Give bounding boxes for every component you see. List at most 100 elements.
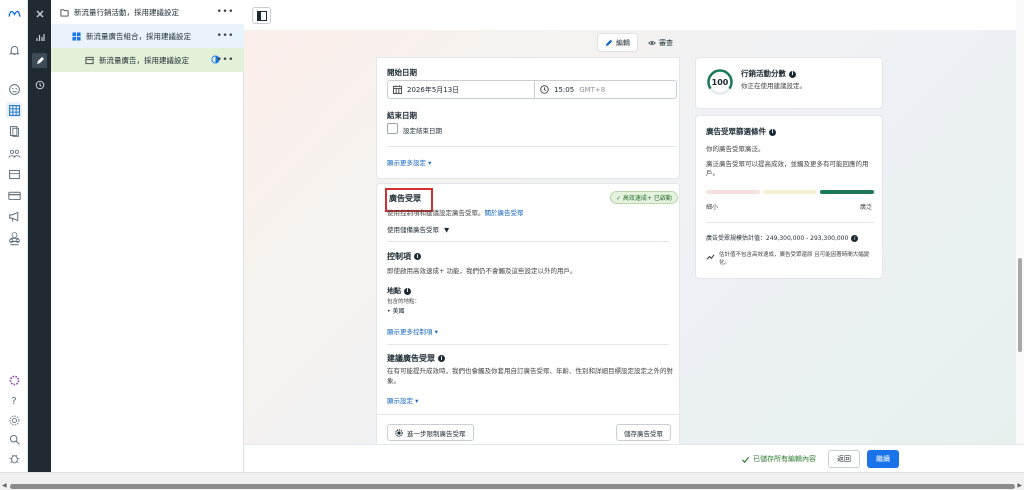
meta-ai-icon[interactable] bbox=[6, 372, 22, 388]
pages-icon[interactable] bbox=[6, 123, 22, 139]
controls-title: 控制項 i bbox=[387, 251, 421, 262]
info-icon[interactable]: i bbox=[769, 128, 776, 136]
restrict-audience-button[interactable]: 進一步限制廣告受眾 bbox=[387, 424, 474, 441]
megaphone-icon[interactable] bbox=[6, 208, 22, 224]
bug-report-icon[interactable] bbox=[6, 450, 22, 466]
start-time-value: 15:05 bbox=[554, 85, 575, 94]
info-icon[interactable]: i bbox=[414, 253, 421, 260]
meta-logo-icon[interactable] bbox=[4, 6, 24, 22]
edit-pencil-icon[interactable] bbox=[32, 53, 47, 68]
end-date-checkbox[interactable] bbox=[387, 123, 398, 134]
sidebar-toggle-button[interactable] bbox=[252, 7, 271, 24]
editor-tool-strip bbox=[28, 0, 51, 472]
audience-size-estimate: 廣告受眾規模估計值：249,300,000 - 293,300,000 i bbox=[706, 233, 859, 242]
info-icon[interactable]: i bbox=[404, 287, 411, 295]
location-value: • 美國 bbox=[387, 308, 405, 315]
start-date-value: 2026年5月13日 bbox=[407, 85, 460, 94]
start-date-input[interactable]: 2026年5月13日 bbox=[388, 81, 534, 98]
more-options-icon[interactable]: ••• bbox=[217, 7, 234, 17]
info-icon[interactable]: i bbox=[851, 235, 859, 242]
vertical-scrollbar[interactable] bbox=[1016, 0, 1024, 444]
controls-description: 即使啟用高效速成+ 功能，我們仍不會觸及這些設定以外的用戶。 bbox=[387, 267, 577, 275]
review-mode-button[interactable]: 審查 bbox=[641, 34, 680, 51]
menu-icon[interactable] bbox=[6, 233, 22, 249]
suggested-audience-description: 在有可能提升成效時，我們也會觸及你套用自訂廣告受眾、年齡、性別和詳細目標設定設定… bbox=[387, 367, 673, 385]
meter-segment-mid bbox=[763, 190, 817, 194]
pencil-icon bbox=[605, 39, 613, 46]
search-icon[interactable] bbox=[6, 431, 22, 447]
tree-item-campaign-label: 新流量行銷活動，採用建議設定 bbox=[74, 7, 179, 17]
adset-grid-icon bbox=[71, 31, 81, 41]
show-more-controls-link[interactable]: 顯示更多控制項 ▾ bbox=[387, 326, 438, 336]
help-icon[interactable]: ? bbox=[6, 393, 22, 409]
score-title-text: 行銷活動分數 bbox=[741, 69, 786, 78]
more-options-icon[interactable]: ••• bbox=[217, 31, 234, 41]
estimate-note: 估計值不包含高效速成，廣告受眾還原 且可能因著時間大幅變化。 bbox=[719, 252, 870, 266]
show-settings-link[interactable]: 顯示設定 ▾ bbox=[387, 395, 418, 405]
save-audience-label: 儲存廣告受眾 bbox=[624, 429, 663, 438]
continue-button[interactable]: 繼續 bbox=[867, 450, 899, 468]
bottom-action-bar: 已儲存所有編輯內容 返回 繼續 bbox=[244, 444, 1024, 472]
vertical-scrollbar-thumb[interactable] bbox=[1018, 258, 1022, 352]
edit-mode-label: 編輯 bbox=[616, 38, 630, 47]
back-button[interactable]: 返回 bbox=[828, 450, 860, 468]
close-icon[interactable] bbox=[32, 6, 47, 21]
location-title: 地點 i bbox=[387, 286, 411, 296]
audience-definition-title-text: 廣告受眾篩選條件 bbox=[706, 127, 766, 136]
calendar-icon bbox=[393, 85, 402, 94]
info-icon[interactable]: i bbox=[789, 70, 796, 78]
edit-mode-button[interactable]: 編輯 bbox=[598, 34, 637, 51]
start-time-input[interactable]: 15:05 GMT+8 bbox=[535, 81, 605, 98]
list-icon[interactable] bbox=[6, 166, 22, 182]
end-date-checkbox-label: 設定結束日期 bbox=[403, 127, 442, 135]
gear-icon bbox=[395, 428, 403, 437]
saved-status: 已儲存所有編輯內容 bbox=[741, 454, 816, 464]
billing-card-icon[interactable] bbox=[6, 187, 22, 203]
scroll-left-arrow-icon[interactable]: ◀ bbox=[2, 482, 7, 489]
more-options-icon[interactable]: ••• bbox=[217, 55, 234, 65]
audience-breadth-detail: 廣泛廣告受眾可以提高成效，並觸及更多有可能回應的用戶。 bbox=[706, 160, 869, 177]
horizontal-scrollbar-thumb[interactable] bbox=[10, 484, 1015, 489]
save-audience-button[interactable]: 儲存廣告受眾 bbox=[616, 424, 671, 441]
smiley-icon[interactable] bbox=[6, 81, 22, 97]
chart-icon[interactable] bbox=[32, 29, 47, 44]
tree-item-campaign[interactable]: 新流量行銷活動，採用建議設定 ••• bbox=[51, 0, 244, 24]
notifications-bell-icon[interactable] bbox=[6, 42, 22, 58]
audience-breadth-text: 你的廣告受眾廣泛。 bbox=[706, 145, 765, 153]
tree-item-adset-label: 新流量廣告組合，採用建議設定 bbox=[86, 31, 191, 41]
audiences-icon[interactable] bbox=[6, 145, 22, 161]
location-title-text: 地點 bbox=[387, 287, 401, 295]
suggested-audience-title-text: 建議廣告受眾 bbox=[387, 354, 435, 363]
score-value: 100 bbox=[711, 77, 729, 87]
meter-segment-narrow bbox=[706, 190, 760, 194]
tree-item-adset[interactable]: 新流量廣告組合，採用建議設定 ••• bbox=[51, 24, 244, 48]
campaign-tree-panel: 新流量行銷活動，採用建議設定 ••• 新流量廣告組合，採用建議設定 ••• 新流… bbox=[51, 0, 244, 472]
restrict-audience-label: 進一步限制廣告受眾 bbox=[407, 429, 466, 438]
audience-size-estimate-text: 廣告受眾規模估計值：249,300,000 - 293,300,000 bbox=[706, 235, 849, 242]
audience-card: 廣告受眾 ✓ 高效速成+ 已啟動 使用控制項和建議設定廣告受眾。關於廣告受眾 使… bbox=[377, 184, 679, 444]
tree-item-ad[interactable]: 新流量廣告，採用建議設定 ••• bbox=[51, 48, 244, 72]
show-more-settings-link[interactable]: 顯示更多設定 ▾ bbox=[387, 157, 431, 167]
review-mode-label: 審查 bbox=[659, 38, 673, 47]
end-date-label: 結束日期 bbox=[387, 111, 417, 120]
divider bbox=[387, 344, 669, 345]
schedule-card: 開始日期 2026年5月13日 15:05 GMT+8 結束日期 設定結束日期 … bbox=[377, 58, 679, 178]
history-clock-icon[interactable] bbox=[32, 77, 47, 92]
saved-audience-dropdown[interactable]: 使用儲備廣告受眾 ▼ bbox=[387, 224, 449, 234]
score-subtitle: 你正在使用建議設定。 bbox=[741, 82, 806, 90]
saved-audience-label: 使用儲備廣告受眾 bbox=[387, 226, 439, 234]
campaign-score-card: 100 行銷活動分數 i 你正在使用建議設定。 bbox=[696, 58, 882, 108]
ads-manager-grid-icon[interactable] bbox=[6, 102, 22, 118]
audience-title-wrap: 廣告受眾 bbox=[385, 188, 433, 212]
about-audience-link[interactable]: 關於廣告受眾 bbox=[485, 209, 524, 217]
eye-icon bbox=[648, 40, 656, 45]
info-icon[interactable]: i bbox=[438, 355, 445, 362]
included-locations-label: 包含的地點： bbox=[387, 299, 421, 305]
start-datetime-field: 2026年5月13日 15:05 GMT+8 bbox=[387, 80, 677, 99]
audience-desc-text: 使用控制項和建議設定廣告受眾。 bbox=[387, 209, 485, 217]
horizontal-scrollbar[interactable]: ◀ ▶ bbox=[0, 472, 1024, 490]
audience-description: 使用控制項和建議設定廣告受眾。關於廣告受眾 bbox=[387, 207, 524, 217]
scroll-right-arrow-icon[interactable]: ▶ bbox=[1017, 482, 1022, 489]
settings-gear-icon[interactable] bbox=[6, 412, 22, 428]
controls-title-text: 控制項 bbox=[387, 252, 411, 261]
